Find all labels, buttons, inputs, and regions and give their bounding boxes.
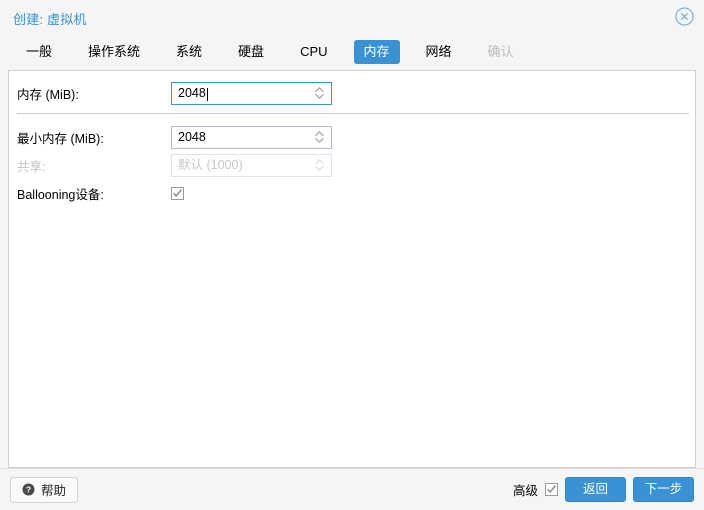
- spinner-arrows-icon[interactable]: [314, 86, 325, 100]
- dialog-header: 创建: 虚拟机: [0, 0, 704, 34]
- advanced-checkbox[interactable]: [545, 483, 558, 496]
- spinner-arrows-icon[interactable]: [314, 130, 325, 144]
- dialog-content-panel: 内存 (MiB): 2048 最小内存 (MiB): 2048 共享: 默认 (…: [8, 70, 696, 468]
- footer-actions: 高级 返回 下一步: [513, 477, 694, 502]
- advanced-label: 高级: [512, 484, 538, 498]
- shares-label: 共享:: [17, 159, 46, 174]
- min-memory-input-value: 2048: [178, 129, 206, 144]
- create-vm-dialog: 创建: 虚拟机 一般 操作系统 系统 硬盘 CPU 内存 网络 确认 内存 (M…: [0, 0, 704, 510]
- wizard-tab-bar: 一般 操作系统 系统 硬盘 CPU 内存 网络 确认: [0, 34, 704, 70]
- dialog-footer: ? 帮助 高级 返回 下一步: [0, 468, 704, 510]
- min-memory-label: 最小内存 (MiB):: [17, 131, 104, 146]
- memory-row: 内存 (MiB): 2048: [9, 79, 695, 107]
- section-divider: [17, 113, 689, 114]
- spinner-arrows-icon: [314, 158, 325, 172]
- ballooning-row: Ballooning设备:: [9, 179, 695, 207]
- min-memory-input[interactable]: 2048: [171, 125, 332, 149]
- shares-input: 默认 (1000): [171, 153, 332, 177]
- tab-system[interactable]: 系统: [166, 40, 212, 64]
- shares-input-value: 默认 (1000): [178, 157, 243, 172]
- shares-row: 共享: 默认 (1000): [9, 151, 695, 179]
- help-button[interactable]: ? 帮助: [10, 476, 79, 503]
- text-cursor: [206, 87, 208, 101]
- tab-cpu[interactable]: CPU: [290, 40, 337, 64]
- dialog-title: 创建: 虚拟机: [13, 12, 87, 27]
- svg-text:?: ?: [26, 485, 31, 495]
- tab-os[interactable]: 操作系统: [78, 40, 150, 64]
- tab-confirm: 确认: [487, 44, 514, 59]
- tab-network[interactable]: 网络: [416, 40, 462, 64]
- memory-input-value: 2048: [178, 85, 206, 100]
- back-button[interactable]: 返回: [565, 477, 626, 502]
- tab-disk[interactable]: 硬盘: [228, 40, 274, 64]
- tab-general[interactable]: 一般: [16, 40, 62, 64]
- memory-input[interactable]: 2048: [171, 81, 332, 105]
- tab-memory[interactable]: 内存: [353, 40, 400, 64]
- ballooning-label: Ballooning设备:: [17, 187, 104, 202]
- ballooning-checkbox[interactable]: [171, 186, 184, 200]
- question-circle-icon: ?: [22, 483, 35, 496]
- close-icon[interactable]: [675, 7, 694, 26]
- next-button[interactable]: 下一步: [633, 477, 694, 502]
- min-memory-row: 最小内存 (MiB): 2048: [9, 123, 695, 151]
- memory-label: 内存 (MiB):: [17, 87, 79, 102]
- help-button-label: 帮助: [41, 484, 67, 498]
